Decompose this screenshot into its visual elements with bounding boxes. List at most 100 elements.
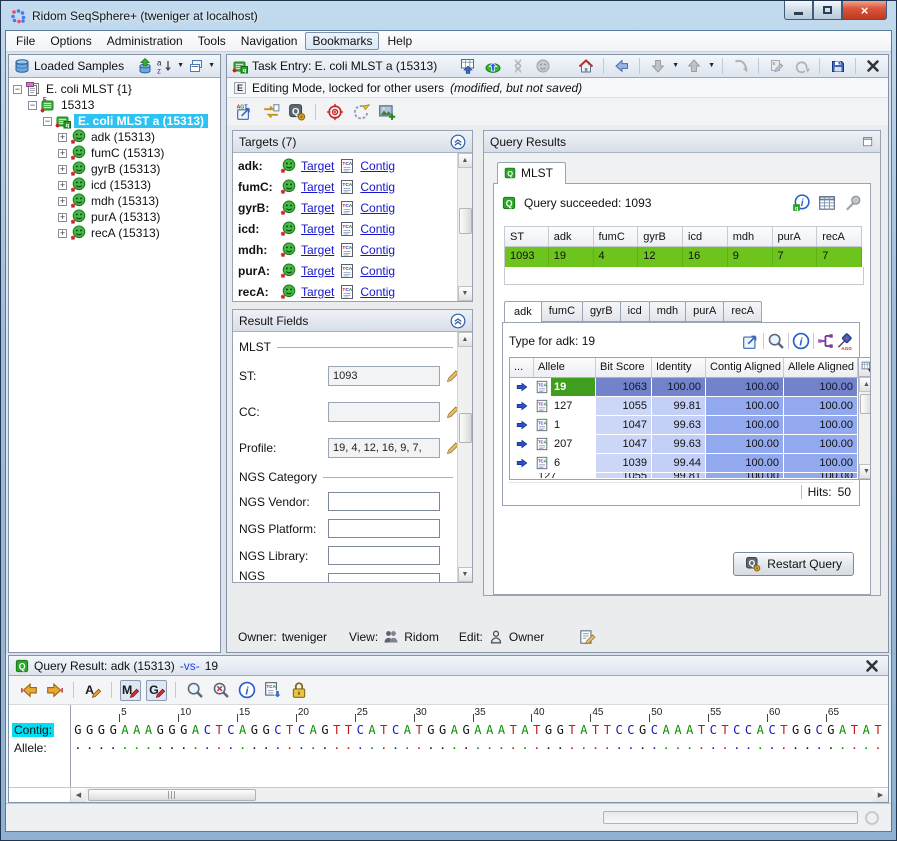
tree-node[interactable]: + fumC (15313): [9, 145, 220, 161]
allele-table-scrollbar[interactable]: ▲ ▼: [858, 358, 871, 479]
st-cell[interactable]: 12: [638, 247, 683, 267]
download-sequence-icon[interactable]: TCA: [264, 681, 282, 699]
contig-link[interactable]: Contig: [360, 180, 395, 194]
prev-difference-icon[interactable]: [20, 681, 38, 699]
allele-row[interactable]: TCA6103999.44100.00100.00: [510, 454, 858, 473]
target-link[interactable]: Target: [301, 201, 334, 215]
contig-link[interactable]: Contig: [360, 285, 395, 299]
tree-node-label[interactable]: mdh (15313): [89, 194, 161, 208]
collapse-result-fields-icon[interactable]: [450, 313, 466, 329]
allele-column-header[interactable]: Bit Score: [596, 358, 652, 377]
target-link[interactable]: Target: [301, 222, 334, 236]
prev-entry-caret-icon[interactable]: ▼: [708, 61, 715, 71]
upload-icon[interactable]: [485, 58, 501, 74]
tab-allele-icd[interactable]: icd: [620, 301, 650, 322]
close-alignment-button[interactable]: [862, 656, 882, 676]
tab-allele-purA[interactable]: purA: [685, 301, 724, 322]
scroll-up-icon[interactable]: ▲: [458, 332, 473, 347]
st-column-header[interactable]: purA: [773, 226, 818, 247]
collapse-all-icon[interactable]: [188, 58, 204, 74]
st-result-row[interactable]: 10931941216977: [504, 247, 862, 267]
profile-field[interactable]: [328, 438, 440, 458]
targets-scrollbar[interactable]: ▲ ▼: [457, 153, 472, 301]
tree-compare-icon[interactable]: [817, 332, 835, 350]
tree-node[interactable]: +adk (15313): [9, 129, 220, 145]
scroll-left-icon[interactable]: ◀: [71, 788, 86, 802]
contig-link[interactable]: Contig: [360, 222, 395, 236]
ngs-field-input[interactable]: [328, 492, 440, 511]
expand-expander[interactable]: +: [58, 197, 67, 206]
scroll-down-icon[interactable]: ▼: [458, 286, 473, 301]
tab-allele-fumC[interactable]: fumC: [541, 301, 583, 322]
contig-row-label[interactable]: Contig:: [12, 723, 54, 737]
tree-node-label[interactable]: E. coli MLST a (15313): [74, 114, 208, 128]
lock-icon[interactable]: [290, 681, 308, 699]
tree-node-label[interactable]: fumC (15313): [89, 146, 166, 160]
ngs-field-input[interactable]: [328, 519, 440, 538]
alignment-info-icon[interactable]: i: [238, 681, 256, 699]
tab-allele-recA[interactable]: recA: [723, 301, 762, 322]
contig-link[interactable]: Contig: [360, 201, 395, 215]
st-cell[interactable]: 9: [728, 247, 773, 267]
scroll-up-icon[interactable]: ▲: [859, 377, 871, 392]
tree-node-label[interactable]: purA (15313): [89, 210, 162, 224]
expand-expander[interactable]: +: [58, 181, 67, 190]
scrollbar-thumb[interactable]: [88, 789, 256, 801]
close-task-button[interactable]: [863, 56, 883, 76]
transfer-icon[interactable]: [262, 103, 280, 121]
allele-column-header[interactable]: Contig Aligned: [706, 358, 784, 377]
collapse-targets-icon[interactable]: [450, 134, 466, 150]
st-cell[interactable]: 7: [817, 247, 862, 267]
collapse-expander[interactable]: −: [43, 117, 52, 126]
expand-expander[interactable]: +: [58, 165, 67, 174]
edit-profile-icon[interactable]: [445, 440, 457, 456]
target-link[interactable]: Target: [301, 159, 334, 173]
tab-mlst[interactable]: Q MLST: [497, 162, 566, 184]
tab-allele-adk[interactable]: adk: [504, 301, 542, 323]
allele-row[interactable]: TCA127105599.81100.00100.00: [510, 397, 858, 416]
store-samples-icon[interactable]: [137, 58, 153, 74]
expand-expander[interactable]: +: [58, 149, 67, 158]
st-column-header[interactable]: mdh: [728, 226, 773, 247]
cc-field[interactable]: [328, 402, 440, 422]
allele-row[interactable]: TCA1104799.63100.00100.00: [510, 416, 858, 435]
allele-sequence[interactable]: ........................................…: [72, 740, 884, 755]
contig-link[interactable]: Contig: [360, 159, 395, 173]
sort-az-icon[interactable]: az: [157, 58, 173, 74]
tree-node[interactable]: +purA (15313): [9, 209, 220, 225]
close-window-button[interactable]: ×: [842, 1, 887, 20]
target-link[interactable]: Target: [301, 264, 334, 278]
title-bar[interactable]: Ridom SeqSphere+ (tweniger at localhost): [1, 1, 896, 30]
tree-node-label[interactable]: E. coli MLST {1}: [44, 82, 134, 96]
edit-st-icon[interactable]: [445, 368, 457, 384]
collapse-caret-icon[interactable]: ▼: [208, 61, 215, 71]
allele-row[interactable]: TCA207104799.63100.00100.00: [510, 435, 858, 454]
allele-column-header[interactable]: ...: [510, 358, 534, 377]
export-sequences-icon[interactable]: AGT: [236, 103, 254, 121]
st-cell[interactable]: 16: [683, 247, 728, 267]
tree-node-label[interactable]: gyrB (15313): [89, 162, 162, 176]
tab-allele-mdh[interactable]: mdh: [649, 301, 686, 322]
allele-column-header[interactable]: Allele Aligned: [784, 358, 858, 377]
ngs-field-input[interactable]: [328, 573, 440, 582]
scroll-right-icon[interactable]: ▶: [873, 788, 888, 802]
scroll-down-icon[interactable]: ▼: [458, 567, 473, 582]
next-entry-caret-icon[interactable]: ▼: [672, 61, 679, 71]
tab-allele-gyrB[interactable]: gyrB: [582, 301, 621, 322]
tree-node[interactable]: +icd (15313): [9, 177, 220, 193]
next-entry-icon[interactable]: [650, 58, 666, 74]
target-link[interactable]: Target: [301, 285, 334, 299]
column-picker-button[interactable]: [859, 358, 872, 377]
expand-expander[interactable]: +: [58, 229, 67, 238]
tree-node[interactable]: −E15313: [9, 97, 220, 113]
result-fields-scrollbar[interactable]: ▲ ▼: [457, 332, 472, 582]
tree-node[interactable]: −E. coli MLST {1}: [9, 81, 220, 97]
annotate-icon[interactable]: A: [84, 681, 102, 699]
restart-query-button[interactable]: Q Restart Query: [733, 552, 854, 576]
st-column-header[interactable]: recA: [817, 226, 862, 247]
sort-caret-icon[interactable]: ▼: [177, 61, 184, 71]
mark-mutations-icon[interactable]: M: [122, 681, 140, 699]
add-image-icon[interactable]: [378, 103, 396, 121]
info-icon[interactable]: i: [792, 332, 810, 350]
minimize-button[interactable]: [784, 1, 813, 20]
